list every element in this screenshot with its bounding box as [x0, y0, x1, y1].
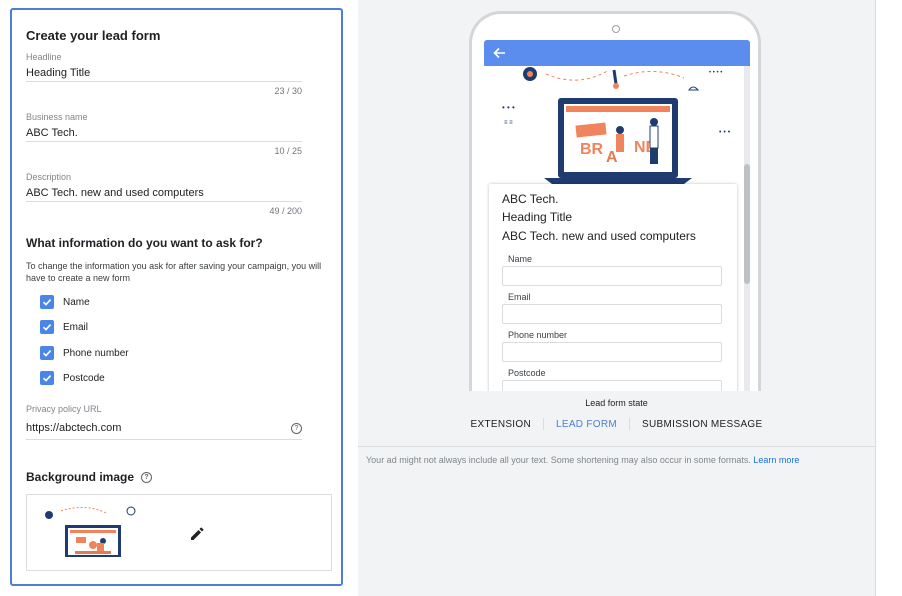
preview-field-label: Postcode [508, 368, 546, 378]
preview-field-label: Email [508, 292, 531, 302]
checkbox-phone-number[interactable]: Phone number [40, 345, 129, 361]
background-image-label: Background image [26, 470, 135, 484]
check-icon[interactable] [40, 320, 54, 334]
checkbox-label: Phone number [63, 347, 129, 359]
business-name-label: Business name [26, 112, 88, 122]
check-icon[interactable] [40, 371, 54, 385]
pencil-icon[interactable] [189, 526, 205, 542]
preview-field-label: Phone number [508, 330, 568, 340]
check-icon[interactable] [40, 295, 54, 309]
description-underline [26, 201, 302, 202]
preview-disclaimer: Your ad might not always include all you… [366, 455, 876, 465]
preview-email-input[interactable] [502, 304, 722, 324]
checkbox-label: Email [63, 321, 89, 333]
business-name-input[interactable]: ABC Tech. [26, 127, 302, 141]
camera-icon [612, 25, 620, 33]
preview-field-label: Name [508, 254, 533, 264]
checkbox-label: Name [63, 296, 90, 308]
learn-more-link[interactable]: Learn more [753, 455, 799, 465]
checkbox-label: Postcode [63, 372, 105, 384]
phone-preview: • • • • • • • ≡ ≡ • • • BR A ND ABC Tech… [469, 11, 761, 391]
business-name-field[interactable]: Business name ABC Tech. 10 / 25 [26, 112, 302, 156]
privacy-policy-input[interactable]: https://abctech.com [26, 422, 121, 434]
preview-area: • • • • • • • ≡ ≡ • • • BR A ND ABC Tech… [358, 0, 875, 596]
preview-name-input[interactable] [502, 266, 722, 286]
questions-title: What information do you want to ask for? [26, 236, 263, 250]
preview-description: ABC Tech. new and used computers [502, 229, 696, 243]
right-gutter [875, 0, 902, 596]
description-field[interactable]: Description ABC Tech. new and used compu… [26, 172, 302, 216]
checkbox-postcode[interactable]: Postcode [40, 370, 105, 386]
preview-tabs: EXTENSION LEAD FORM SUBMISSION MESSAGE [358, 418, 875, 430]
tab-lead-form[interactable]: LEAD FORM [544, 419, 629, 430]
checkbox-name[interactable]: Name [40, 294, 90, 310]
business-name-underline [26, 141, 302, 142]
svg-text:• • • •: • • • • [709, 70, 722, 76]
description-input[interactable]: ABC Tech. new and used computers [26, 187, 302, 201]
privacy-policy-underline [26, 439, 302, 440]
description-label: Description [26, 172, 72, 182]
editor-title: Create your lead form [26, 28, 161, 43]
preview-postcode-input[interactable] [502, 380, 722, 391]
business-name-counter: 10 / 25 [274, 146, 302, 156]
app-bar [484, 40, 750, 66]
preview-state-label: Lead form state [585, 398, 648, 408]
headline-label: Headline [26, 52, 62, 62]
back-arrow-icon[interactable] [492, 46, 506, 60]
privacy-policy-label: Privacy policy URL [26, 404, 102, 414]
help-icon[interactable]: ? [291, 422, 302, 434]
preview-divider [358, 446, 875, 447]
svg-text:≡ ≡: ≡ ≡ [504, 120, 513, 126]
check-icon[interactable] [40, 346, 54, 360]
background-thumbnail [45, 506, 136, 557]
lead-form-preview: ABC Tech. Heading Title ABC Tech. new an… [489, 184, 737, 391]
preview-phone-input[interactable] [502, 342, 722, 362]
svg-text:• • •: • • • [719, 129, 731, 136]
tab-extension[interactable]: EXTENSION [459, 419, 544, 430]
disclaimer-text: Your ad might not always include all you… [366, 455, 751, 465]
headline-counter: 23 / 30 [274, 86, 302, 96]
scrollbar-thumb[interactable] [744, 164, 750, 284]
svg-text:• • •: • • • [502, 103, 515, 112]
background-image-picker[interactable] [26, 494, 332, 571]
checkbox-email[interactable]: Email [40, 319, 88, 335]
svg-text:BR: BR [580, 141, 604, 158]
headline-field[interactable]: Headline Heading Title 23 / 30 [26, 52, 302, 96]
headline-input[interactable]: Heading Title [26, 67, 302, 81]
background-image-title: Background image ? [26, 470, 153, 484]
lead-form-editor: Create your lead form Headline Heading T… [10, 8, 343, 586]
questions-note: To change the information you ask for af… [26, 261, 322, 283]
hero-image: • • • • • • • ≡ ≡ • • • BR A ND [484, 66, 746, 190]
preview-headline: Heading Title [502, 210, 573, 224]
privacy-policy-field[interactable]: Privacy policy URL https://abctech.com ? [26, 404, 302, 440]
description-counter: 49 / 200 [269, 206, 302, 216]
headline-underline [26, 81, 302, 82]
help-icon[interactable]: ? [141, 471, 153, 483]
tab-submission-message[interactable]: SUBMISSION MESSAGE [630, 419, 774, 430]
preview-business-name: ABC Tech. [502, 192, 559, 206]
brand-illustration: • • • • • • • ≡ ≡ • • • BR A ND [502, 67, 731, 184]
